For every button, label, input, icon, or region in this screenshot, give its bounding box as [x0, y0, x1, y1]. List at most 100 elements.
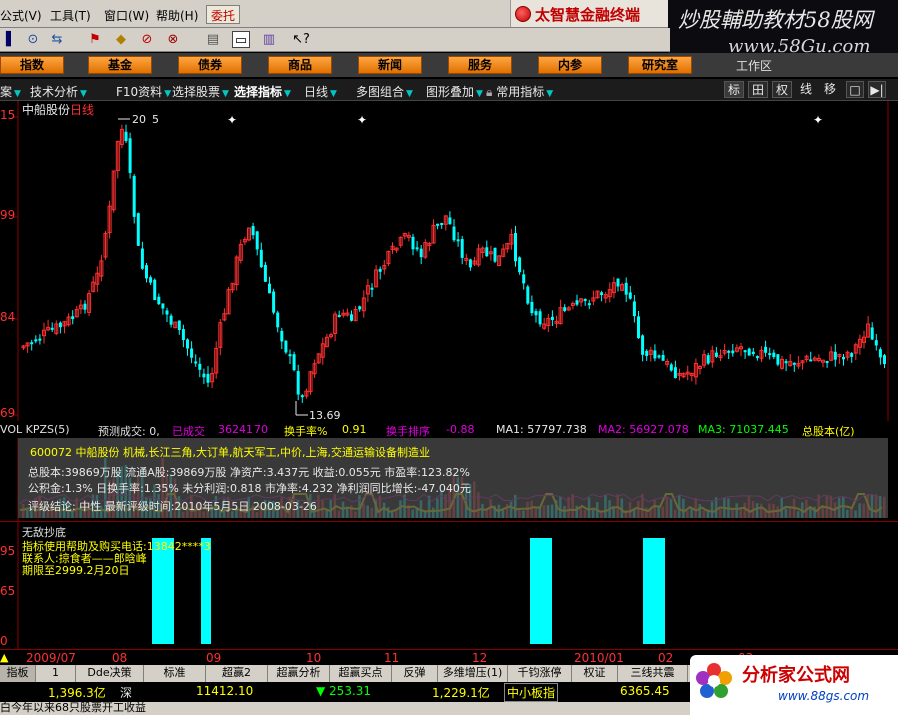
bar2-select-indicator[interactable]: 选择指标 ▼ — [234, 83, 291, 100]
candle-body — [337, 315, 341, 318]
cat-fund[interactable]: 基金 — [88, 56, 152, 74]
index-shen[interactable]: 深 — [120, 684, 132, 701]
menu-window[interactable]: 窗口(W) — [104, 7, 149, 24]
no-entry-icon[interactable]: ⊘ — [138, 31, 156, 48]
tab-1[interactable]: 1 — [36, 665, 76, 682]
tab-limit-up[interactable]: 千钧涨停 — [508, 665, 572, 682]
tab-dde[interactable]: Dde决策 — [76, 665, 144, 682]
cat-news[interactable]: 新闻 — [358, 56, 422, 74]
candle-body — [747, 348, 751, 356]
vol-ma3: MA3: 71037.445 — [698, 423, 789, 436]
candle-body — [255, 231, 259, 250]
tab-chaoying-buy[interactable]: 超赢买点 — [330, 665, 392, 682]
index-val2: 11412.10 — [196, 684, 254, 698]
candle-body — [165, 310, 169, 315]
candle-body — [194, 361, 198, 364]
candle-body — [169, 315, 173, 325]
bar2-common-indicator[interactable]: 🔒︎ 常用指标 ▼ — [486, 83, 553, 100]
kline-chart[interactable]: ✦ ✦ ✦ — [0, 101, 898, 421]
bar2-overlay[interactable]: 图形叠加 ▼ — [426, 83, 483, 100]
tab-rebound[interactable]: 反弹 — [392, 665, 438, 682]
menu-tools[interactable]: 工具(T) — [50, 7, 91, 24]
cat-service[interactable]: 服务 — [448, 56, 512, 74]
bar2-multi-chart[interactable]: 多图组合 ▼ — [356, 83, 413, 100]
candle-body — [202, 373, 206, 378]
candle-body — [292, 354, 296, 371]
candle-body — [411, 236, 415, 250]
stop-icon[interactable]: ⊗ — [164, 31, 182, 48]
signal-bar — [643, 538, 665, 644]
btn-next[interactable]: ▶| — [868, 81, 886, 98]
help-cursor-icon[interactable]: ↖? — [292, 31, 310, 48]
menu-help[interactable]: 帮助(H) — [156, 7, 198, 24]
y-label-69: 69 — [0, 406, 16, 420]
date-12: 12 — [472, 651, 488, 665]
cat-insider[interactable]: 内参 — [538, 56, 602, 74]
bar2-tech-analysis[interactable]: 技术分析 ▼ — [30, 83, 87, 100]
cat-commodity[interactable]: 商品 — [268, 56, 332, 74]
candle-body — [198, 363, 202, 370]
candle-body — [419, 248, 423, 258]
stock-period: 日线 — [70, 103, 95, 117]
tab-warrant[interactable]: 权证 — [572, 665, 618, 682]
candle-body — [673, 367, 677, 379]
workarea-label[interactable]: 工作区 — [736, 57, 772, 74]
candle-body — [706, 355, 710, 364]
triangle-icon[interactable]: ▲ — [0, 651, 8, 664]
ind-y-65: 65 — [0, 584, 16, 598]
candle-body — [268, 283, 271, 294]
candle-body — [616, 278, 620, 287]
flag-icon[interactable]: ⚑ — [86, 31, 104, 48]
menu-formula[interactable]: 公式(V) — [0, 7, 42, 24]
candle-body — [714, 352, 718, 357]
btn-line[interactable]: 线 — [796, 81, 816, 98]
btn-mark[interactable]: 标 — [724, 81, 744, 98]
tab-three-lines[interactable]: 三线共震 — [618, 665, 688, 682]
candle-body — [350, 314, 353, 321]
candle-body — [140, 248, 144, 269]
bar2-f10[interactable]: F10资料 ▼ — [116, 83, 171, 100]
tab-chaoying2[interactable]: 超赢2 — [206, 665, 268, 682]
btn-move[interactable]: 移 — [820, 81, 840, 98]
cat-index[interactable]: 指数 — [0, 56, 64, 74]
tab-0[interactable]: 指板 — [0, 665, 36, 682]
network-icon[interactable]: ⇆ — [48, 31, 66, 48]
indicator-panel[interactable]: 无敌抄底 指标使用帮助及购买电话:13842****3 联系人:掠食者——郎晗峰… — [0, 521, 898, 650]
window-icon[interactable]: ▭ — [232, 31, 250, 48]
candle-body — [83, 303, 87, 310]
candle-body — [653, 350, 657, 359]
candle-body — [624, 282, 628, 295]
y-label-99: 99 — [0, 208, 16, 222]
bar2-select-stock[interactable]: 选择股票 ▼ — [172, 83, 229, 100]
index-val5: 6365.45 — [620, 684, 670, 698]
candle-body — [190, 348, 194, 358]
index-zxb[interactable]: 中小板指 — [504, 683, 559, 702]
tab-chaoying-analysis[interactable]: 超赢分析 — [268, 665, 330, 682]
cat-bond[interactable]: 债券 — [178, 56, 242, 74]
candle-body — [153, 279, 157, 301]
bar2-daily[interactable]: 日线 ▼ — [304, 83, 337, 100]
binoculars-icon[interactable]: ⊙ — [24, 31, 42, 48]
diamond-icon[interactable]: ◆ — [112, 31, 130, 48]
candle-body — [300, 395, 304, 398]
tab-multi-pressure[interactable]: 多维增压(1) — [438, 665, 508, 682]
candle-body — [514, 232, 517, 262]
candle-body — [550, 316, 554, 321]
cat-research[interactable]: 研究室 — [628, 56, 692, 74]
candle-body — [452, 226, 456, 241]
weituo-button[interactable]: 委托 — [206, 5, 241, 24]
candle-body — [850, 353, 854, 357]
candle-body — [768, 353, 772, 356]
printer-icon[interactable]: ▤ — [204, 31, 222, 48]
y-label-84: 84 — [0, 310, 16, 324]
btn-rights[interactable]: 权 — [772, 81, 792, 98]
tab-standard[interactable]: 标准 — [144, 665, 206, 682]
candle-body — [124, 131, 128, 142]
books-icon[interactable]: ▥ — [260, 31, 278, 48]
bar2-case[interactable]: 案 ▼ — [0, 83, 21, 100]
btn-window[interactable]: □ — [846, 81, 864, 98]
btn-grid[interactable]: 田 — [748, 81, 768, 98]
function-bar: 案 ▼ 技术分析 ▼ F10资料 ▼ 选择股票 ▼ 选择指标 ▼ 日线 ▼ 多图组合 ▼ 图形… — [0, 79, 898, 101]
toolbar: ▌ ⊙ ⇆ ⚑ ◆ ⊘ ⊗ ▤ ▭ ▥ ↖? — [0, 28, 670, 52]
candle-body — [600, 292, 604, 296]
